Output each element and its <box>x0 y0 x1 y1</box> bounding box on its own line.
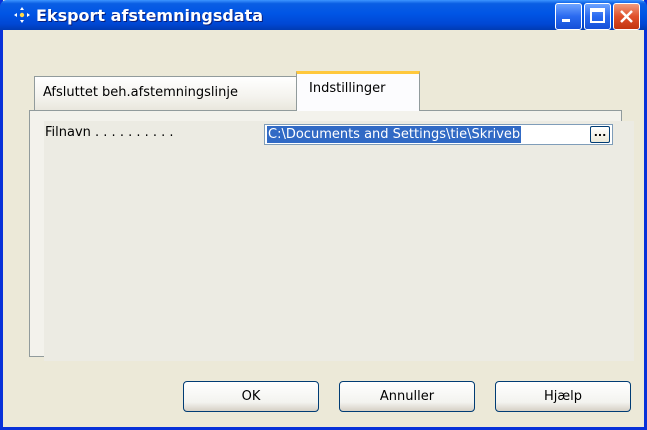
ok-button[interactable]: OK <box>183 381 319 412</box>
help-label: Hjælp <box>543 389 583 404</box>
window-title: Eksport afstemningsdata <box>36 6 264 25</box>
maximize-icon <box>590 8 605 23</box>
cancel-label: Annuller <box>379 389 435 404</box>
cancel-button[interactable]: Annuller <box>339 381 475 412</box>
ok-label: OK <box>241 389 261 404</box>
filename-value: C:\Documents and Settings\tie\Skriveb <box>267 126 522 143</box>
filename-field[interactable]: C:\Documents and Settings\tie\Skriveb ..… <box>264 124 613 145</box>
browse-button[interactable]: ... <box>590 126 610 143</box>
minimize-icon <box>562 19 570 22</box>
tab-indstillinger[interactable]: Indstillinger <box>296 71 420 111</box>
maximize-button[interactable] <box>584 3 611 30</box>
title-bar[interactable]: Eksport afstemningsdata <box>0 0 647 30</box>
move-arrows-icon <box>14 7 30 23</box>
filename-label: Filnavn . . . . . . . . . . <box>45 125 174 140</box>
close-icon <box>620 10 633 23</box>
close-button[interactable] <box>613 3 640 30</box>
minimize-button[interactable] <box>555 3 582 30</box>
dialog-window: Eksport afstemningsdata Afsluttet beh.af… <box>0 0 647 430</box>
tab-label: Indstillinger <box>309 81 386 96</box>
browse-label: ... <box>593 126 607 139</box>
help-button[interactable]: Hjælp <box>495 381 631 412</box>
tab-panel <box>29 110 634 361</box>
panel-content <box>44 121 634 361</box>
tab-afsluttet[interactable]: Afsluttet beh.afstemningslinje <box>34 76 298 110</box>
tab-label: Afsluttet beh.afstemningslinje <box>43 85 238 100</box>
